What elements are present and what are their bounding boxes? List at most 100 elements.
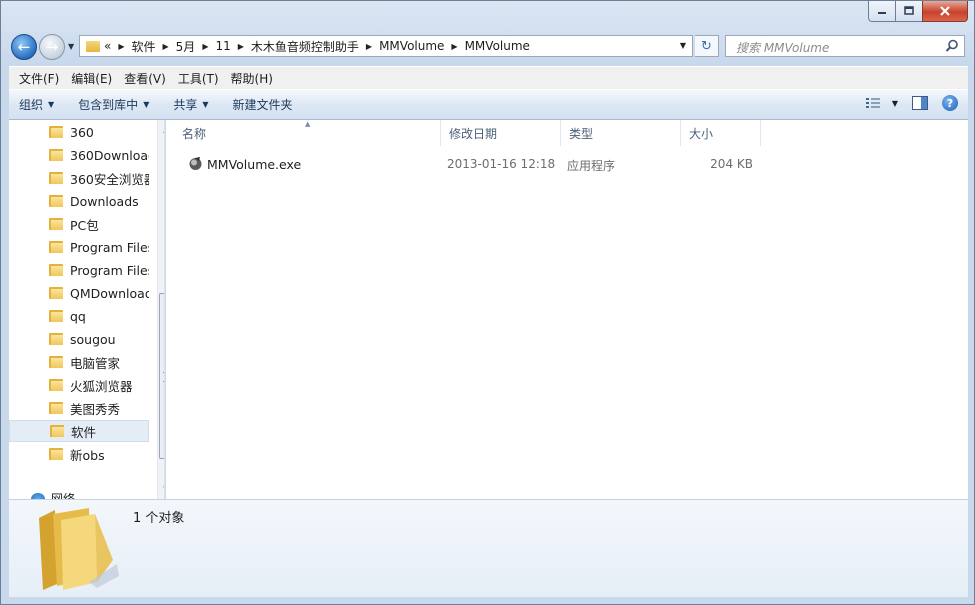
- nav-item-360download[interactable]: 360Download: [9, 144, 149, 166]
- navigation-pane: 360 360Download 360安全浏览器 Downloads PC包 P…: [9, 120, 165, 499]
- nav-item-360[interactable]: 360: [9, 121, 149, 143]
- chevron-right-icon[interactable]: ▶: [451, 42, 457, 51]
- preview-pane-button[interactable]: [912, 96, 928, 110]
- file-type: 应用程序: [567, 159, 616, 173]
- chevron-down-icon: ▼: [143, 100, 150, 109]
- breadcrumb-item[interactable]: 5月: [176, 38, 196, 55]
- folder-icon: [49, 448, 63, 460]
- search-icon[interactable]: [945, 39, 959, 53]
- breadcrumb-overflow[interactable]: «: [104, 39, 111, 53]
- close-icon: [940, 6, 950, 16]
- search-box[interactable]: 搜索 MMVolume: [725, 35, 965, 57]
- arrow-left-icon: ←: [17, 38, 31, 56]
- file-date: 2013-01-16 12:18: [447, 157, 556, 171]
- breadcrumb-item[interactable]: 11: [215, 39, 230, 53]
- column-header-size[interactable]: 大小: [681, 120, 761, 146]
- forward-button[interactable]: →: [39, 34, 65, 60]
- search-input[interactable]: 搜索 MMVolume: [736, 39, 829, 56]
- include-library-label: 包含到库中: [78, 98, 139, 112]
- column-label: 类型: [569, 126, 594, 141]
- column-header-date[interactable]: 修改日期: [441, 120, 561, 146]
- refresh-icon: ↻: [701, 38, 712, 54]
- folder-icon: [39, 508, 119, 590]
- organize-label: 组织: [19, 98, 44, 112]
- nav-item-software[interactable]: 软件: [9, 420, 149, 442]
- nav-item-pc-manager[interactable]: 电脑管家: [9, 351, 149, 373]
- menu-edit[interactable]: 编辑(E): [65, 70, 118, 87]
- nav-item-program-files-x86[interactable]: Program Files: [9, 259, 149, 281]
- folder-icon: [49, 126, 63, 138]
- folder-icon: [49, 172, 63, 184]
- back-button[interactable]: ←: [11, 34, 37, 60]
- folder-icon: [49, 379, 63, 391]
- close-button[interactable]: [922, 1, 968, 22]
- scroll-down-icon[interactable]: ▼: [158, 481, 164, 497]
- breadcrumb-item[interactable]: 木木鱼音频控制助手: [251, 38, 359, 55]
- menu-bar: 文件(F) 编辑(E) 查看(V) 工具(T) 帮助(H): [9, 66, 968, 89]
- column-header-type[interactable]: 类型: [561, 120, 681, 146]
- column-label: 修改日期: [449, 126, 498, 141]
- nav-item-program-files[interactable]: Program Files: [9, 236, 149, 258]
- chevron-right-icon[interactable]: ▶: [366, 42, 372, 51]
- command-bar-right: ▼ ?: [852, 95, 958, 111]
- menu-file[interactable]: 文件(F): [13, 70, 65, 87]
- details-pane: 1 个对象: [9, 499, 968, 597]
- organize-button[interactable]: 组织 ▼: [19, 96, 54, 113]
- file-row[interactable]: MMVolume.exe 2013-01-16 12:18 应用程序 204 K…: [166, 153, 968, 175]
- caption-buttons: [868, 1, 968, 22]
- refresh-button[interactable]: ↻: [695, 35, 719, 57]
- column-label: 名称: [182, 126, 207, 141]
- chevron-down-icon[interactable]: ▼: [680, 41, 686, 50]
- nav-item-label: 360: [70, 124, 94, 140]
- nav-item-downloads[interactable]: Downloads: [9, 190, 149, 212]
- address-bar[interactable]: « ▶ 软件 ▶ 5月 ▶ 11 ▶ 木木鱼音频控制助手 ▶ MMVolume …: [79, 35, 693, 57]
- address-row: ← → ▼ « ▶ 软件 ▶ 5月 ▶ 11 ▶ 木木鱼音频控制助手 ▶ MMV…: [1, 32, 975, 62]
- change-view-button[interactable]: ▼: [865, 97, 898, 109]
- breadcrumb-item[interactable]: MMVolume: [465, 39, 530, 53]
- chevron-down-icon[interactable]: ▼: [892, 99, 898, 108]
- chevron-right-icon[interactable]: ▶: [238, 42, 244, 51]
- nav-item-label: 360Download: [70, 147, 149, 163]
- breadcrumb-item[interactable]: 软件: [132, 38, 156, 55]
- menu-view[interactable]: 查看(V): [118, 70, 172, 87]
- new-folder-button[interactable]: 新建文件夹: [233, 96, 293, 113]
- folder-icon: [50, 425, 64, 437]
- scrollbar-thumb[interactable]: [159, 293, 164, 459]
- share-button[interactable]: 共享 ▼: [173, 96, 208, 113]
- nav-item-pc-package[interactable]: PC包: [9, 213, 149, 235]
- item-count: 1 个对象: [133, 511, 185, 526]
- nav-item-qq[interactable]: qq: [9, 305, 149, 327]
- maximize-button[interactable]: [895, 1, 922, 22]
- nav-scrollbar[interactable]: ▲ ▼: [157, 120, 164, 499]
- folder-icon: [49, 310, 63, 322]
- menu-tools[interactable]: 工具(T): [172, 70, 225, 87]
- breadcrumb-item[interactable]: MMVolume: [379, 39, 444, 53]
- menu-help[interactable]: 帮助(H): [225, 70, 279, 87]
- folder-icon: [49, 149, 63, 161]
- nav-item-360-browser[interactable]: 360安全浏览器: [9, 167, 149, 189]
- column-label: 大小: [689, 126, 714, 141]
- nav-item-label: Downloads: [70, 193, 139, 209]
- chevron-right-icon[interactable]: ▶: [163, 42, 169, 51]
- nav-item-sougou[interactable]: sougou: [9, 328, 149, 350]
- nav-item-new-obs[interactable]: 新obs: [9, 443, 149, 465]
- minimize-button[interactable]: [868, 1, 895, 22]
- maximize-icon: [904, 6, 914, 15]
- grip-icon: [163, 372, 164, 382]
- chevron-right-icon[interactable]: ▶: [118, 42, 124, 51]
- include-library-button[interactable]: 包含到库中 ▼: [78, 96, 149, 113]
- nav-item-label: sougou: [70, 331, 116, 347]
- nav-item-network[interactable]: 网络: [31, 490, 75, 499]
- help-icon[interactable]: ?: [942, 95, 958, 111]
- nav-item-label: PC包: [70, 217, 99, 233]
- chevron-right-icon[interactable]: ▶: [202, 42, 208, 51]
- nav-item-label: Program Files: [70, 262, 149, 278]
- file-name: MMVolume.exe: [207, 157, 302, 172]
- recent-pages-dropdown[interactable]: ▼: [68, 42, 74, 51]
- nav-item-firefox[interactable]: 火狐浏览器: [9, 374, 149, 396]
- nav-item-label: qq: [70, 308, 86, 324]
- scroll-up-icon[interactable]: ▲: [158, 122, 164, 138]
- nav-item-qmdownload[interactable]: QMDownload: [9, 282, 149, 304]
- explorer-window: ← → ▼ « ▶ 软件 ▶ 5月 ▶ 11 ▶ 木木鱼音频控制助手 ▶ MMV…: [0, 0, 975, 605]
- nav-item-meitu[interactable]: 美图秀秀: [9, 397, 149, 419]
